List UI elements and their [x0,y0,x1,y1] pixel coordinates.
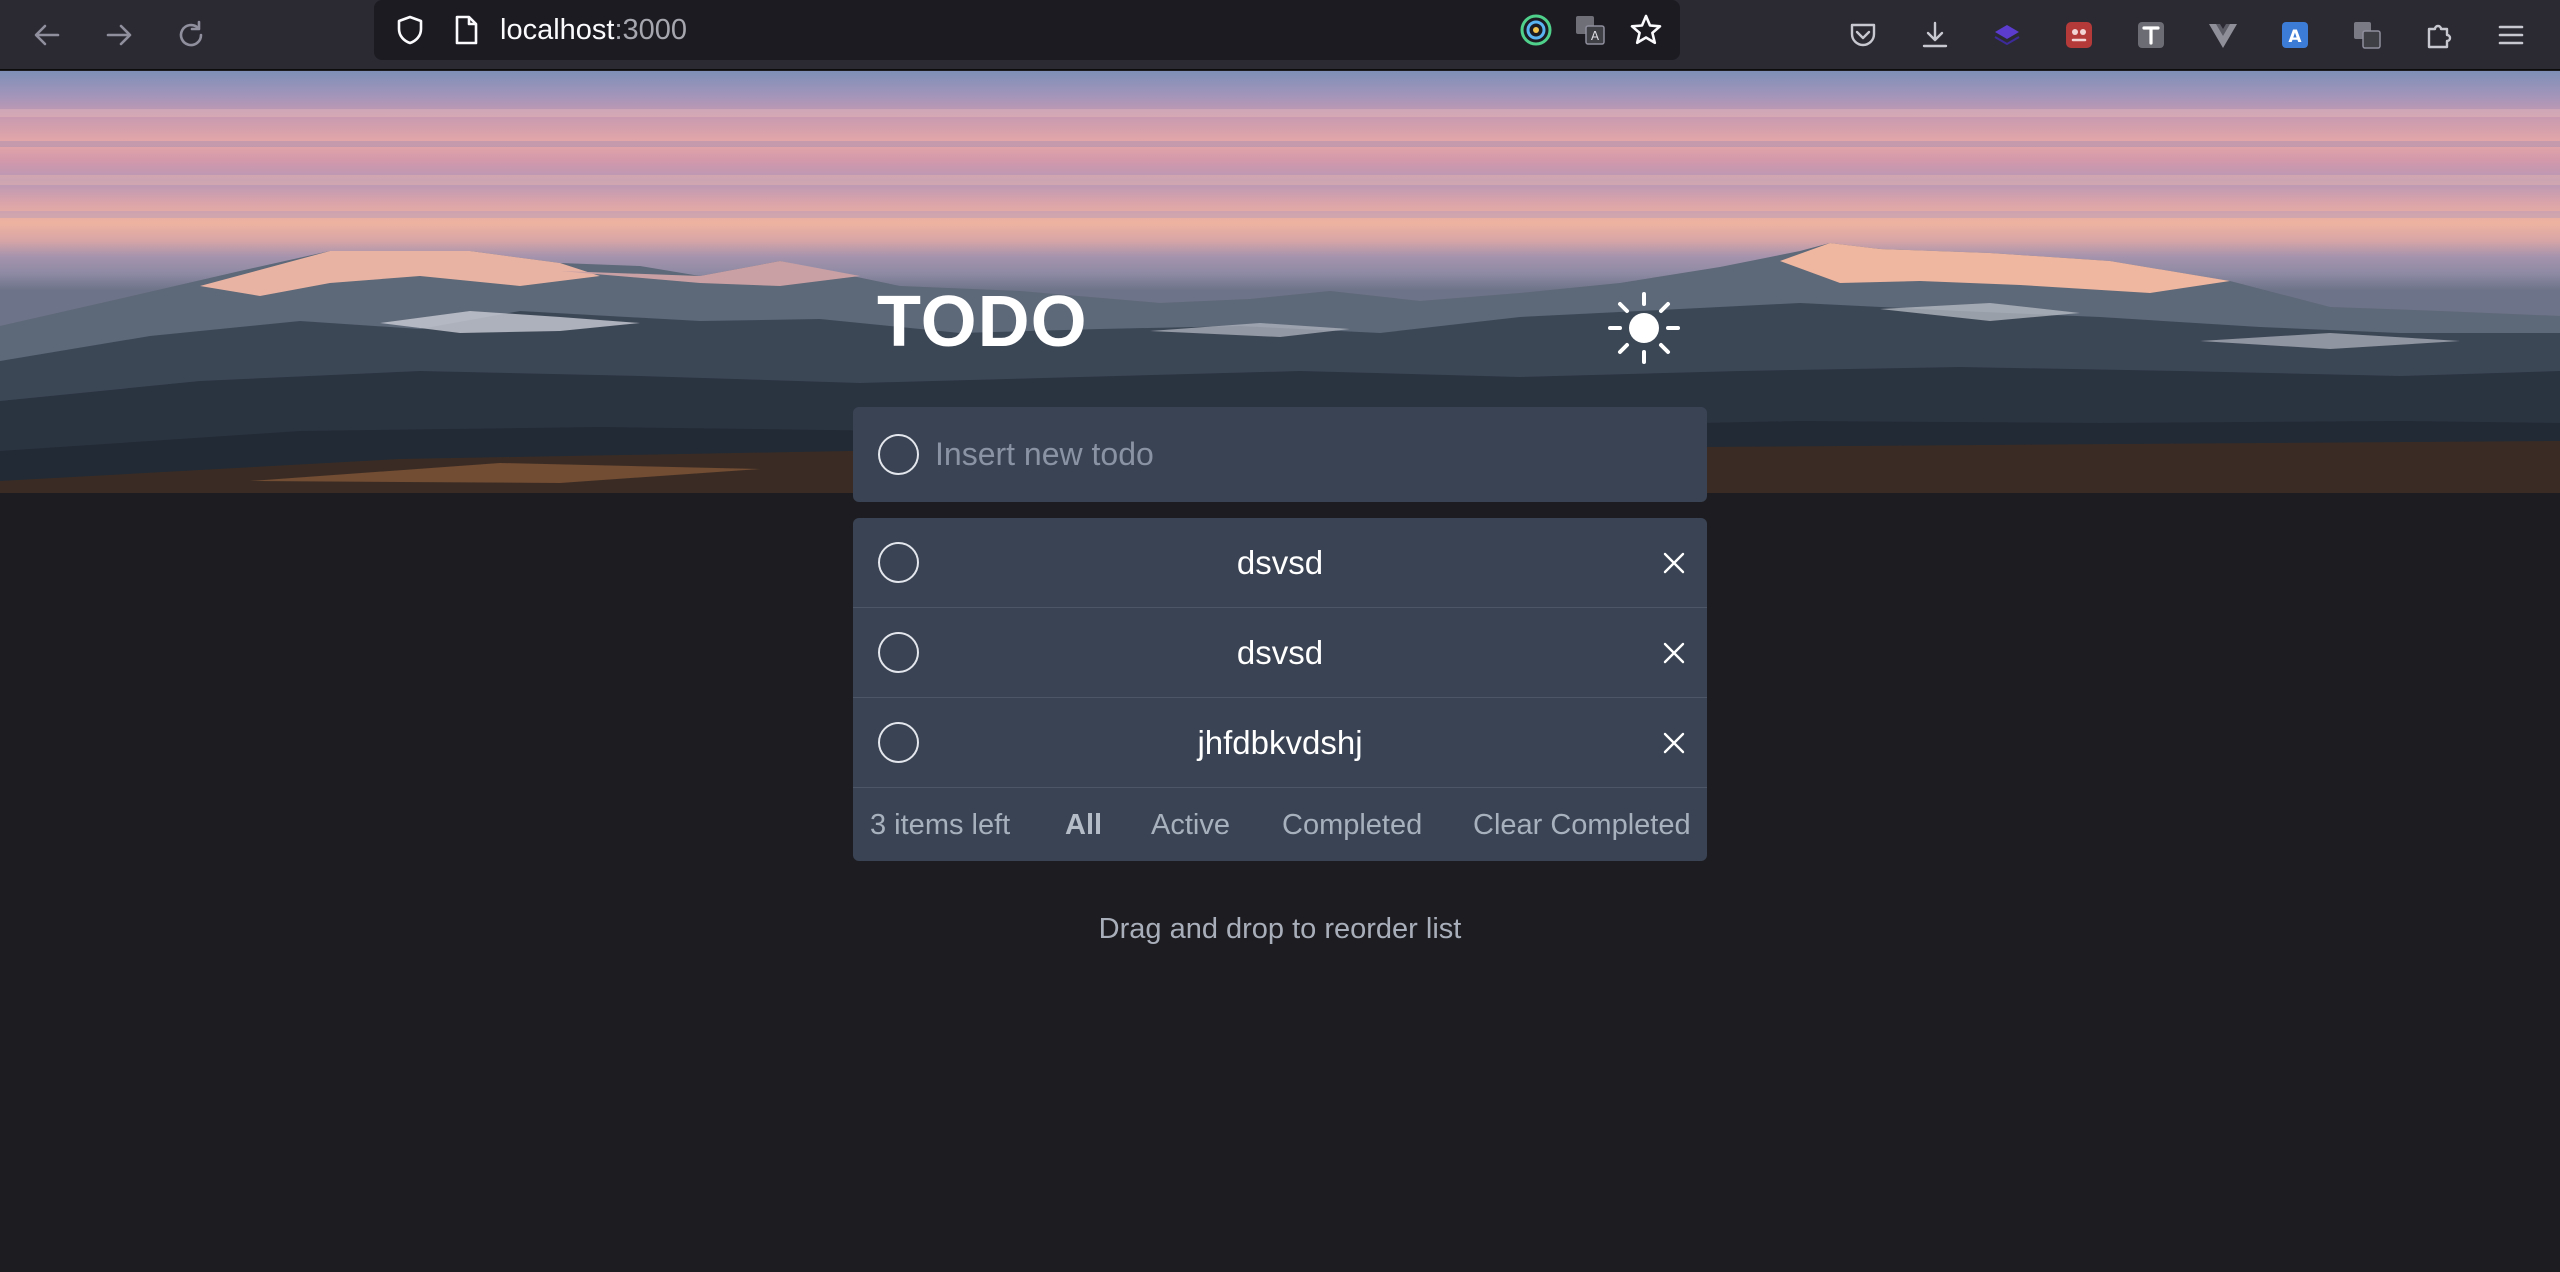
extension-stack-button[interactable] [1982,10,2032,60]
shield-icon [397,15,423,45]
todo-checkbox[interactable] [878,632,919,673]
close-icon [1663,732,1685,754]
reload-icon [179,20,203,47]
extension-translate-gray-button[interactable] [2342,10,2392,60]
new-todo-form [853,407,1707,502]
arrow-right-icon [106,24,132,46]
text-tool-icon [2138,22,2164,48]
todo-text: jhfdbkvdshj [1197,724,1363,761]
reorder-hint: Drag and drop to reorder list [1098,913,1462,945]
items-left-count: 3 items left [870,809,1011,841]
translate-gray-icon [2354,22,2381,49]
clear-completed-button[interactable]: Clear Completed [1473,809,1691,841]
extension-red-button[interactable] [2054,10,2104,60]
bookmark-button[interactable] [1624,8,1668,52]
pocket-button[interactable] [1838,10,1888,60]
theme-toggle-button[interactable] [1604,288,1684,368]
url-bar[interactable]: localhost:3000 A [374,0,1680,60]
new-todo-input[interactable] [933,429,1673,479]
downloads-button[interactable] [1910,10,1960,60]
site-info-button[interactable] [444,8,488,52]
arrow-left-icon [34,24,60,46]
delete-todo-button[interactable] [1656,725,1692,761]
extension-vue-button[interactable] [2198,10,2248,60]
tracking-protection-button[interactable] [388,8,432,52]
url-port: :3000 [614,14,688,46]
pocket-icon [1850,23,1876,47]
todo-item[interactable]: dsvsd [853,518,1707,608]
translate-icon: A [1576,16,1605,45]
new-todo-checkbox[interactable] [878,434,919,475]
todo-text: dsvsd [1236,634,1324,671]
puzzle-icon [2427,24,2452,49]
todo-checkbox[interactable] [878,542,919,583]
extension-target-button[interactable] [1516,10,1556,50]
url-text[interactable]: localhost:3000 [500,14,687,46]
stack-icon [1994,25,2020,46]
translate-button[interactable]: A [1570,10,1610,50]
svg-text:A: A [1591,29,1600,43]
target-icon [1520,14,1552,46]
hamburger-menu-icon [2498,25,2524,45]
filter-completed-button[interactable]: Completed [1282,809,1422,841]
todo-item[interactable]: jhfdbkvdshj [853,698,1707,788]
url-host: localhost [500,14,615,46]
delete-todo-button[interactable] [1656,545,1692,581]
filter-active-button[interactable]: Active [1151,809,1230,841]
translate-blue-icon: A [2282,22,2308,48]
svg-text:A: A [2288,27,2302,47]
page-icon [455,15,478,45]
star-icon [1630,14,1662,45]
back-button[interactable] [22,10,72,60]
todo-footer: 3 items left All Active Completed Clear … [853,788,1707,861]
todo-list: dsvsd dsvsd jhfdbkvdshj 3 items left All… [853,518,1707,861]
v-logo-icon [2209,24,2237,48]
extension-text-button[interactable] [2126,10,2176,60]
sun-icon [1608,292,1680,364]
todo-text: dsvsd [1236,544,1324,581]
close-icon [1663,552,1685,574]
download-icon [1922,21,1948,48]
browser-toolbar: localhost:3000 A A [0,0,2560,70]
app-title: TODO [877,282,1088,362]
app-menu-button[interactable] [2486,10,2536,60]
todo-item[interactable]: dsvsd [853,608,1707,698]
filter-all-button[interactable]: All [1065,809,1102,841]
forward-button[interactable] [94,10,144,60]
todo-checkbox[interactable] [878,722,919,763]
close-icon [1663,642,1685,664]
reload-button[interactable] [166,10,216,60]
extension-translate-button[interactable]: A [2270,10,2320,60]
delete-todo-button[interactable] [1656,635,1692,671]
extension-badge-icon [2066,22,2092,48]
extensions-button[interactable] [2414,10,2464,60]
